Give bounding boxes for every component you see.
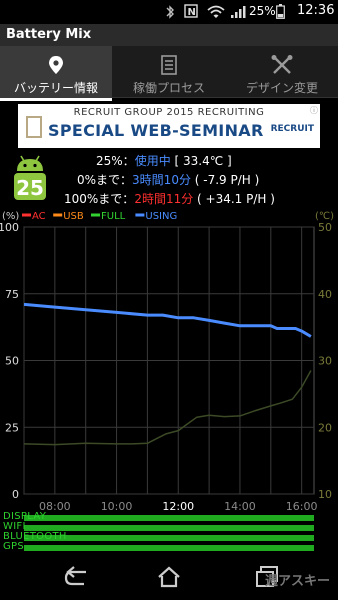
chart-svg: (%) (℃)AC USB FULL USING02550751001020304050… xyxy=(0,211,334,513)
tab-battery-info-label: バッテリー情報 xyxy=(0,79,112,101)
status-line: 25%：使用中 [ 33.4℃ ] xyxy=(96,152,232,169)
charge-rate: ( +34.1 P/H ) xyxy=(193,192,275,206)
list-icon xyxy=(161,55,177,75)
ad-top-text: RECRUIT GROUP 2015 RECRUITING xyxy=(73,107,265,118)
usage-bar-gps-label: GPS xyxy=(3,541,25,552)
home-icon[interactable] xyxy=(154,564,184,590)
app-title: Battery Mix xyxy=(6,27,92,42)
discharge-rate: ( -7.9 P/H ) xyxy=(190,173,260,187)
navigation-bar: 週アスキー xyxy=(0,556,338,600)
tab-bar: バッテリー情報 稼働プロセス デザイン変更 xyxy=(0,46,338,101)
tab-running-processes[interactable]: 稼働プロセス xyxy=(113,46,225,98)
nfc-icon: N xyxy=(184,4,198,18)
back-icon[interactable] xyxy=(62,564,92,590)
y-left-tick-label: 25 xyxy=(5,421,19,434)
time-to-full-value: 2時間11分 xyxy=(134,192,194,206)
legend-label-usb: USB xyxy=(63,211,84,222)
signal-icon xyxy=(231,6,246,18)
usage-bar-bluetooth: BLUETOOTH xyxy=(0,531,338,542)
battery-icon xyxy=(276,4,285,19)
watermark: 週アスキー xyxy=(264,574,330,589)
series-line-temperature xyxy=(23,370,312,446)
y-right-tick-label: 40 xyxy=(318,288,332,301)
ad-logo: RECRUIT xyxy=(270,124,314,134)
bluetooth-icon xyxy=(166,5,174,19)
legend-label-using: USING xyxy=(145,211,177,222)
ad-main-text: SPECIAL WEB-SEMINAR xyxy=(48,121,264,140)
y-right-tick-label: 50 xyxy=(318,221,332,234)
tools-icon xyxy=(271,55,293,74)
y-right-tick-label: 20 xyxy=(318,421,332,434)
usage-bar-gps: GPS xyxy=(0,541,338,552)
battery-level-number: 25 xyxy=(16,176,44,200)
y-left-tick-label: 75 xyxy=(5,288,19,301)
usage-bar-gps-fill xyxy=(24,545,314,551)
time-to-empty-value: 3時間10分 xyxy=(132,173,191,187)
usage-bar-bluetooth-fill xyxy=(24,535,314,541)
usage-status: 使用中 xyxy=(134,154,171,168)
temperature: [ 33.4℃ ] xyxy=(170,154,232,168)
y-left-tick-label: 0 xyxy=(12,488,19,501)
battery-chart: (%) (℃) AC USB FULL USING 0 25 50 75 100 10 20 30 40 50… xyxy=(0,205,338,515)
battery-info: 25 25%：使用中 [ 33.4℃ ] 0%まで：3時間10分 ( -7.9 … xyxy=(0,150,338,206)
usage-bar-display-fill xyxy=(24,515,314,521)
time-to-full-label: 100%まで： xyxy=(64,192,135,206)
battery-percent-text: 25% xyxy=(249,4,276,18)
location-pin-icon xyxy=(49,56,63,74)
time-to-empty-label: 0%まで： xyxy=(77,173,133,187)
series-line-using xyxy=(23,302,312,338)
wifi-icon xyxy=(207,5,225,18)
time-to-empty-line: 0%まで：3時間10分 ( -7.9 P/H ) xyxy=(77,171,259,188)
clock-text: 12:36 xyxy=(297,3,335,18)
action-bar: Battery Mix xyxy=(0,24,338,46)
y-left-tick-label: 50 xyxy=(5,355,19,368)
legend-label-full: FULL xyxy=(101,211,126,222)
y-right-tick-label: 30 xyxy=(318,355,332,368)
current-percent-label: 25%： xyxy=(96,154,135,168)
usage-bar-wifi-fill xyxy=(24,525,314,531)
tab-running-processes-label: 稼働プロセス xyxy=(132,81,205,95)
legend-label-ac: AC xyxy=(32,211,46,222)
status-bar: N 25% 12:36 xyxy=(0,0,338,24)
ad-info-icon[interactable]: ⓘ xyxy=(310,105,318,116)
ad-banner[interactable]: RECRUIT GROUP 2015 RECRUITING SPECIAL WE… xyxy=(18,104,320,148)
usage-bars: DISPLAY WIFI BLUETOOTH GPS xyxy=(0,511,338,552)
ad-door-icon xyxy=(26,116,42,138)
tab-battery-info[interactable]: バッテリー情報 xyxy=(0,46,112,101)
tab-design-change-label: デザイン変更 xyxy=(245,81,318,95)
tab-design-change[interactable]: デザイン変更 xyxy=(226,46,338,98)
y-left-tick-label: 100 xyxy=(0,221,19,234)
svg-text:N: N xyxy=(188,7,196,18)
usage-bar-display: DISPLAY xyxy=(0,511,338,522)
y-right-tick-label: 10 xyxy=(318,488,332,501)
